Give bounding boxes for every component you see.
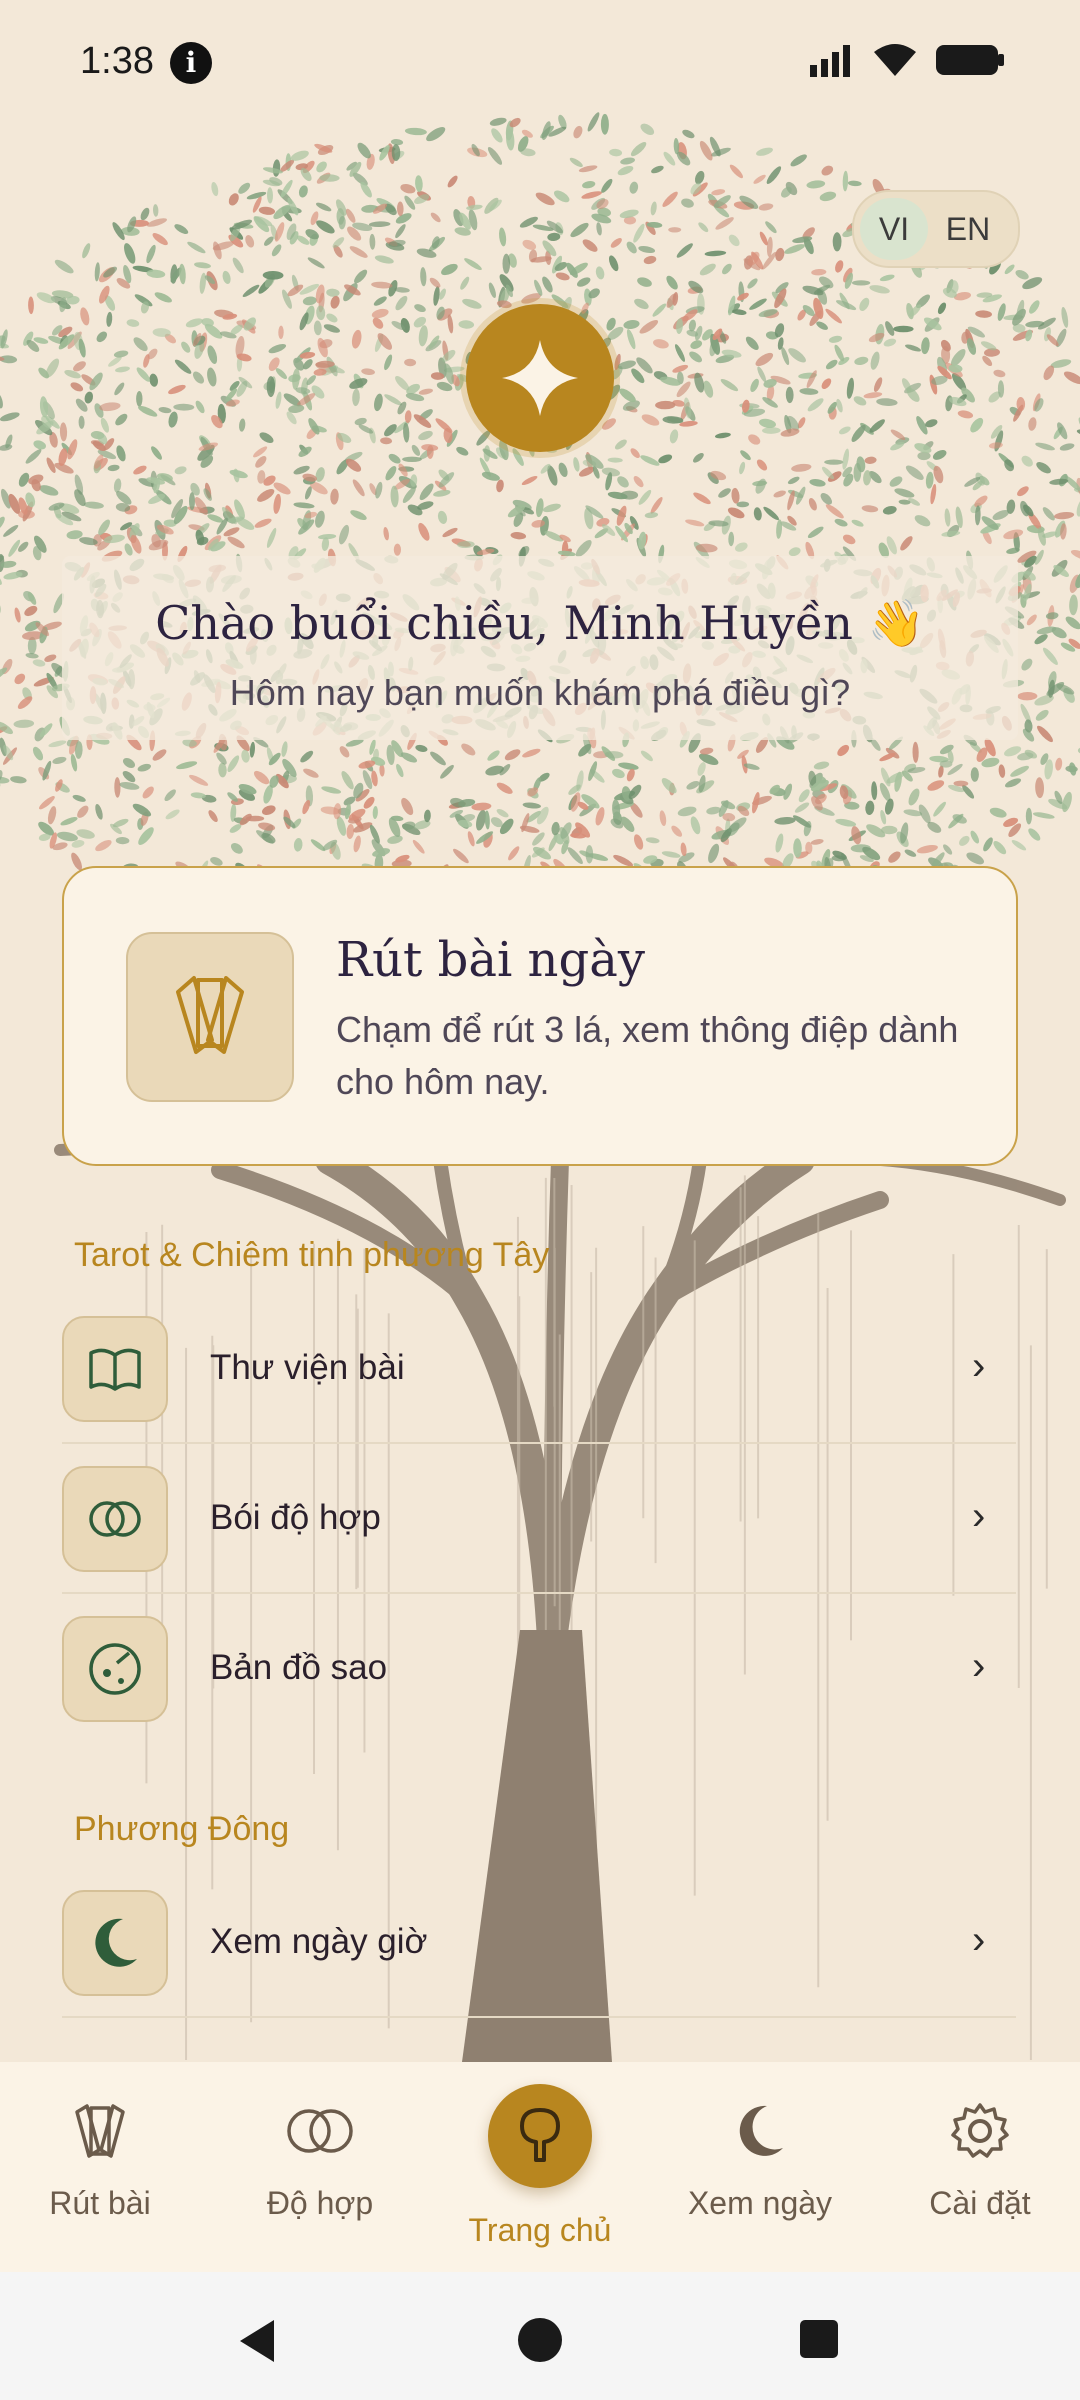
menu-item-card-library[interactable]: Thư viện bài	[210, 1348, 405, 1388]
rings-icon	[62, 1466, 168, 1572]
wifi-icon	[874, 44, 916, 76]
nav-label: Độ hợp	[266, 2185, 374, 2221]
menu-item-birth-chart[interactable]: Bản đồ sao	[210, 1648, 387, 1688]
moon-icon	[739, 2105, 783, 2156]
chevron-right-icon: ›	[972, 1494, 986, 1538]
nav-item-settings[interactable]: Cài đặt	[880, 2100, 1080, 2222]
home-icon[interactable]	[516, 2316, 564, 2364]
chevron-right-icon: ›	[972, 1644, 986, 1688]
menu-item-compatibility[interactable]: Bói độ hợp	[210, 1498, 381, 1538]
back-icon[interactable]	[236, 2318, 278, 2364]
tree-icon	[520, 2108, 560, 2162]
section-title-western: Tarot & Chiêm tinh phương Tây	[74, 1236, 550, 1274]
nav-label: Xem ngày	[687, 2185, 833, 2221]
chevron-right-icon: ›	[972, 1918, 986, 1962]
chevron-right-icon: ›	[972, 1344, 986, 1388]
system-status-icons	[808, 42, 1006, 78]
greeting-subtitle: Hôm nay bạn muốn khám phá điều gì?	[229, 672, 851, 713]
nav-label: Rút bài	[49, 2185, 151, 2221]
info-icon: i	[170, 42, 212, 84]
battery-icon	[936, 45, 1004, 75]
divider	[62, 1442, 1016, 1444]
sparkle-icon	[466, 304, 614, 452]
book-icon	[62, 1316, 168, 1422]
star-chart-icon	[62, 1616, 168, 1722]
language-toggle[interactable]: VI EN	[852, 190, 1020, 268]
gear-icon	[951, 2103, 1009, 2158]
nav-item-compatibility[interactable]: Độ hợp	[220, 2100, 420, 2222]
nav-label: Cài đặt	[929, 2185, 1031, 2221]
lang-en-button[interactable]: EN	[928, 211, 1008, 248]
menu-item-day-picker[interactable]: Xem ngày giờ	[210, 1922, 428, 1962]
section-title-eastern: Phương Đông	[74, 1810, 290, 1848]
daily-draw-description: Chạm để rút 3 lá, xem thông điệp dành ch…	[336, 1009, 959, 1102]
cards-icon	[75, 2104, 125, 2158]
moon-icon	[62, 1890, 168, 1996]
greeting-title: Chào buổi chiều, Minh Huyền 👋	[155, 596, 925, 650]
nav-item-home[interactable]	[488, 2084, 592, 2188]
cards-icon	[126, 932, 294, 1102]
recents-icon[interactable]	[798, 2318, 840, 2360]
divider	[62, 2016, 1016, 2018]
rings-icon	[287, 2109, 353, 2153]
nav-label-active: Trang chủ	[468, 2212, 612, 2248]
nav-item-draw[interactable]: Rút bài	[0, 2100, 200, 2222]
signal-icon	[810, 45, 850, 77]
lang-vi-button[interactable]: VI	[860, 198, 928, 260]
daily-draw-title: Rút bài ngày	[336, 932, 645, 988]
nav-item-day[interactable]: Xem ngày	[660, 2100, 860, 2222]
divider	[62, 1592, 1016, 1594]
status-time: 1:38	[80, 40, 154, 82]
system-navigation-bar	[0, 2272, 1080, 2400]
